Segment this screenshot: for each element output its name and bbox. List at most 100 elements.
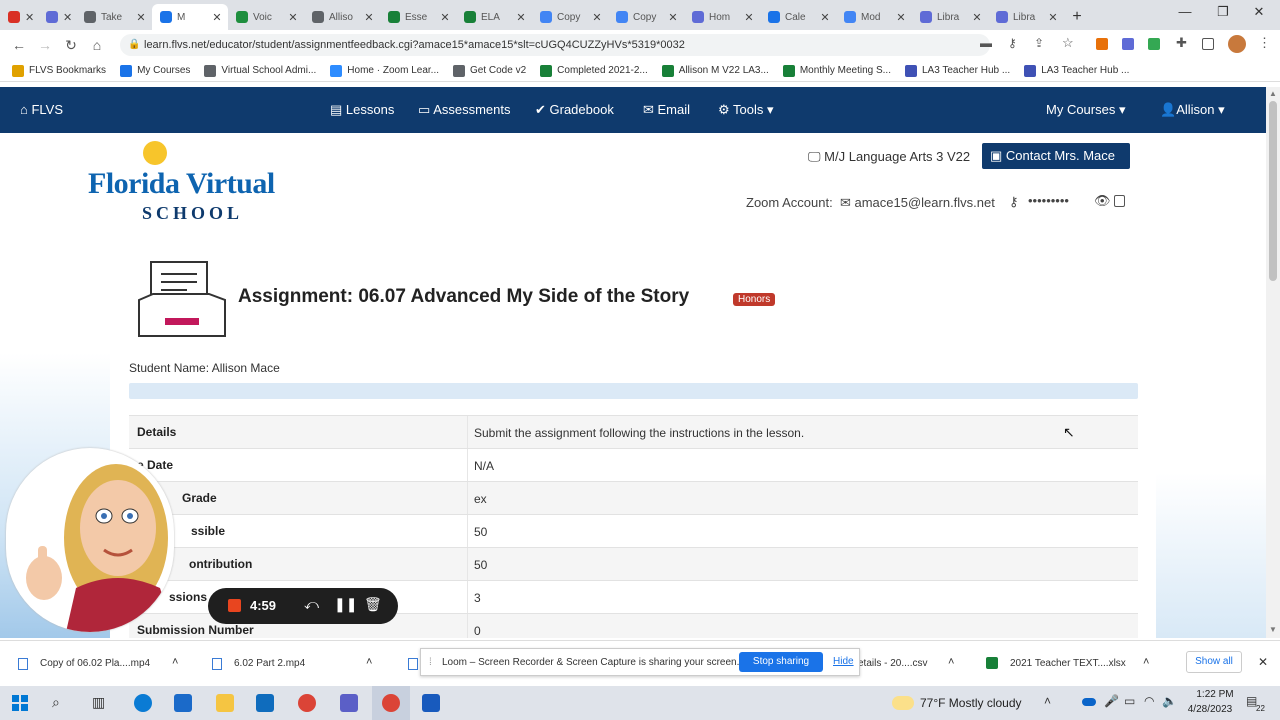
- download-item[interactable]: Copy of 06.02 Pla....mp4: [40, 658, 150, 669]
- windows-start-icon[interactable]: [12, 695, 28, 711]
- browser-tab[interactable]: Libra ✕: [988, 4, 1064, 30]
- store-icon[interactable]: [174, 694, 192, 712]
- battery-icon[interactable]: ▭: [1124, 694, 1135, 708]
- nav-tools[interactable]: ⚙ Tools ▾: [718, 102, 774, 118]
- eye-icon[interactable]: 👁: [1094, 193, 1111, 209]
- nav-lessons[interactable]: ▤ Lessons: [330, 102, 394, 118]
- download-item[interactable]: 6.02 Part 2.mp4: [234, 658, 305, 669]
- nav-assessments[interactable]: ▭ Assessments: [418, 102, 511, 118]
- browser-tab[interactable]: Copy ✕: [532, 4, 608, 30]
- side-panel-icon[interactable]: [1202, 38, 1214, 50]
- browser-tab[interactable]: M ✕: [152, 4, 228, 30]
- tab-close-icon[interactable]: ✕: [514, 11, 528, 24]
- browser-tab[interactable]: Voic ✕: [228, 4, 304, 30]
- browser-tab[interactable]: Copy ✕: [608, 4, 684, 30]
- scroll-up-icon[interactable]: ▲: [1269, 89, 1277, 98]
- home-icon[interactable]: ⌂: [84, 37, 110, 53]
- cloud-icon[interactable]: [1082, 698, 1096, 706]
- browser-tab[interactable]: Esse ✕: [380, 4, 456, 30]
- word-icon[interactable]: [422, 694, 440, 712]
- mic-icon[interactable]: 🎤: [1104, 694, 1119, 708]
- restart-icon[interactable]: ⤺: [304, 596, 319, 613]
- chevron-up-icon[interactable]: ˄: [1143, 656, 1149, 668]
- nav-gradebook[interactable]: ✔ Gradebook: [535, 102, 614, 118]
- wifi-icon[interactable]: ◠: [1144, 694, 1154, 708]
- clock-date[interactable]: 4/28/2023: [1180, 704, 1240, 715]
- browser-tab[interactable]: Mod ✕: [836, 4, 912, 30]
- page-scrollbar[interactable]: ▲ ▼: [1266, 87, 1280, 638]
- tab-close-icon[interactable]: ✕: [438, 11, 452, 24]
- extension-icon[interactable]: [1122, 38, 1134, 50]
- browser-tab[interactable]: Take ✕: [76, 4, 152, 30]
- browser-tab[interactable]: ✕: [0, 4, 38, 30]
- tab-close-icon[interactable]: ✕: [134, 11, 148, 24]
- search-icon[interactable]: ⌕: [52, 694, 60, 711]
- tab-close-icon[interactable]: ✕: [25, 11, 34, 24]
- extension-icon[interactable]: [1148, 38, 1160, 50]
- teams-icon[interactable]: [340, 694, 358, 712]
- tab-close-icon[interactable]: ✕: [286, 11, 300, 24]
- task-view-icon[interactable]: ▥: [92, 694, 105, 711]
- bookmark-item[interactable]: Completed 2021-2...: [540, 64, 648, 77]
- stop-record-button[interactable]: [228, 599, 241, 612]
- url-field[interactable]: 🔒 learn.flvs.net/educator/student/assign…: [120, 34, 990, 56]
- share-icon[interactable]: ⇪: [1034, 36, 1044, 50]
- extension-icon[interactable]: [1096, 38, 1108, 50]
- bookmark-item[interactable]: LA3 Teacher Hub ...: [1024, 64, 1129, 77]
- browser-tab[interactable]: ELA ✕: [456, 4, 532, 30]
- drag-handle-icon[interactable]: ⁞: [429, 657, 432, 668]
- tab-close-icon[interactable]: ✕: [210, 11, 224, 24]
- hide-link[interactable]: Hide: [833, 656, 854, 667]
- tab-close-icon[interactable]: ✕: [590, 11, 604, 24]
- stop-sharing-button[interactable]: Stop sharing: [739, 652, 823, 672]
- menu-icon[interactable]: ⋮: [1258, 35, 1271, 51]
- tray-chevron-icon[interactable]: ˄: [1044, 694, 1051, 708]
- bookmark-item[interactable]: Allison M V22 LA3...: [661, 64, 769, 77]
- volume-icon[interactable]: 🔈: [1162, 694, 1177, 708]
- chevron-up-icon[interactable]: ˄: [366, 656, 372, 668]
- nav-my-courses[interactable]: My Courses ▾: [1046, 102, 1126, 118]
- flvs-logo[interactable]: Florida Virtual SCHOOL: [88, 137, 318, 227]
- close-window-icon[interactable]: ✕: [1240, 4, 1278, 24]
- tab-close-icon[interactable]: ✕: [362, 11, 376, 24]
- copy-icon[interactable]: [1114, 195, 1125, 207]
- new-tab-button[interactable]: +: [1064, 4, 1090, 30]
- tab-close-icon[interactable]: ✕: [63, 11, 72, 24]
- edge-icon[interactable]: [134, 694, 152, 712]
- minimize-icon[interactable]: —: [1166, 4, 1204, 24]
- tab-close-icon[interactable]: ✕: [894, 11, 908, 24]
- weather-text[interactable]: 77°F Mostly cloudy: [920, 696, 1022, 710]
- close-icon[interactable]: ✕: [1258, 655, 1268, 669]
- outlook-icon[interactable]: [256, 694, 274, 712]
- bookmark-item[interactable]: Monthly Meeting S...: [782, 64, 891, 77]
- chevron-up-icon[interactable]: ˄: [948, 656, 954, 668]
- tab-close-icon[interactable]: ✕: [666, 11, 680, 24]
- browser-tab[interactable]: Hom ✕: [684, 4, 760, 30]
- clock-time[interactable]: 1:22 PM: [1190, 689, 1240, 700]
- bookmark-item[interactable]: FLVS Bookmarks: [12, 64, 106, 77]
- chrome-icon[interactable]: [298, 694, 316, 712]
- browser-tab[interactable]: Cale ✕: [760, 4, 836, 30]
- chevron-up-icon[interactable]: ˄: [172, 656, 178, 668]
- forward-icon[interactable]: →: [32, 37, 58, 53]
- reload-icon[interactable]: ↻: [58, 37, 84, 54]
- maximize-icon[interactable]: ❐: [1204, 4, 1242, 24]
- nav-email[interactable]: ✉ Email: [643, 102, 690, 118]
- bookmark-item[interactable]: LA3 Teacher Hub ...: [904, 64, 1010, 77]
- download-item[interactable]: 2021 Teacher TEXT....xlsx: [1010, 658, 1126, 669]
- browser-tab[interactable]: Alliso ✕: [304, 4, 380, 30]
- browser-tab[interactable]: Libra ✕: [912, 4, 988, 30]
- tab-close-icon[interactable]: ✕: [742, 11, 756, 24]
- chrome-icon[interactable]: [382, 694, 400, 712]
- bookmark-item[interactable]: Get Code v2: [453, 64, 526, 77]
- file-explorer-icon[interactable]: [216, 694, 234, 712]
- bookmark-item[interactable]: My Courses: [120, 64, 190, 77]
- scroll-down-icon[interactable]: ▼: [1269, 625, 1277, 634]
- star-icon[interactable]: ☆: [1062, 35, 1074, 51]
- puzzle-icon[interactable]: ✚: [1176, 35, 1187, 51]
- browser-tab[interactable]: ✕: [38, 4, 76, 30]
- download-item[interactable]: etails - 20....csv: [858, 658, 927, 669]
- video-icon[interactable]: ▬: [980, 36, 992, 50]
- pause-icon[interactable]: ❚❚: [334, 596, 357, 613]
- trash-icon[interactable]: 🗑: [364, 596, 382, 613]
